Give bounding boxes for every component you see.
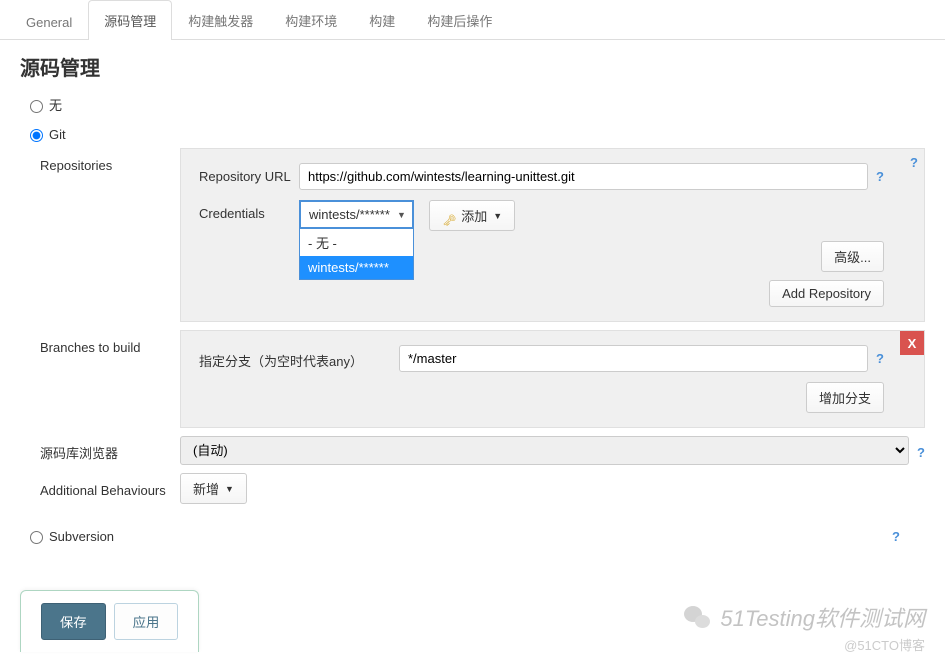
advanced-button[interactable]: 高级...	[821, 241, 884, 272]
add-branch-button[interactable]: 增加分支	[806, 382, 884, 413]
credentials-label: Credentials	[199, 200, 299, 221]
scm-git-row[interactable]: Git	[0, 120, 945, 148]
add-repository-button[interactable]: Add Repository	[769, 280, 884, 307]
repositories-panel: ? Repository URL ? Credentials wintests/…	[180, 148, 925, 322]
config-tabs: General 源码管理 构建触发器 构建环境 构建 构建后操作	[0, 0, 945, 40]
branches-panel: X 指定分支（为空时代表any） ? 增加分支	[180, 330, 925, 428]
repo-browser-select[interactable]: (自动)	[180, 436, 909, 465]
branch-spec-input[interactable]	[399, 345, 868, 372]
apply-button[interactable]: 应用	[114, 603, 179, 640]
delete-branch-button[interactable]: X	[900, 331, 924, 355]
watermark-sub-text: @51CTO博客	[682, 635, 925, 654]
add-credentials-label: 添加	[461, 206, 487, 225]
add-behaviour-label: 新增	[193, 479, 219, 498]
help-icon[interactable]: ?	[892, 529, 920, 544]
branch-spec-label: 指定分支（为空时代表any）	[199, 345, 399, 370]
repo-url-label: Repository URL	[199, 163, 299, 184]
section-title: 源码管理	[0, 40, 945, 89]
scm-none-row[interactable]: 无	[0, 89, 945, 120]
scm-none-label: 无	[49, 95, 62, 114]
chevron-down-icon: ▼	[225, 484, 234, 494]
save-panel: 保存 应用	[20, 590, 199, 652]
watermark-main-text: 51Testing软件测试网	[720, 601, 925, 633]
tab-general[interactable]: General	[10, 4, 88, 40]
scm-git-label: Git	[49, 127, 66, 142]
chevron-down-icon: ▼	[493, 211, 502, 221]
credentials-options-list: - 无 - wintests/******	[299, 229, 414, 280]
add-credentials-button[interactable]: 添加 ▼	[429, 200, 515, 231]
scm-subversion-row[interactable]: Subversion ?	[0, 522, 945, 550]
add-behaviour-button[interactable]: 新增 ▼	[180, 473, 247, 504]
help-icon[interactable]: ?	[910, 155, 918, 170]
scm-git-radio[interactable]	[30, 129, 43, 142]
scm-subversion-label: Subversion	[49, 529, 114, 544]
help-icon[interactable]: ?	[909, 441, 925, 460]
credentials-select[interactable]: wintests/******	[299, 200, 414, 229]
repositories-label: Repositories	[40, 148, 180, 173]
repo-browser-label: 源码库浏览器	[40, 439, 180, 462]
tab-triggers[interactable]: 构建触发器	[172, 0, 269, 40]
tab-scm[interactable]: 源码管理	[88, 0, 172, 40]
scm-subversion-radio[interactable]	[30, 531, 43, 544]
credentials-option-user[interactable]: wintests/******	[300, 256, 413, 279]
footer-bar: 保存 应用 51Testing软件测试网 @51CTO博客	[0, 580, 945, 662]
repo-url-input[interactable]	[299, 163, 868, 190]
credentials-option-none[interactable]: - 无 -	[300, 229, 413, 256]
branches-label: Branches to build	[40, 330, 180, 355]
help-icon[interactable]: ?	[876, 163, 884, 184]
key-icon	[442, 212, 456, 220]
scm-none-radio[interactable]	[30, 100, 43, 113]
tab-build[interactable]: 构建	[353, 0, 411, 40]
wechat-icon	[682, 604, 712, 630]
save-button[interactable]: 保存	[41, 603, 106, 640]
help-icon[interactable]: ?	[876, 345, 884, 366]
tab-postbuild[interactable]: 构建后操作	[411, 0, 508, 40]
behaviours-label: Additional Behaviours	[40, 479, 180, 498]
tab-environment[interactable]: 构建环境	[269, 0, 353, 40]
